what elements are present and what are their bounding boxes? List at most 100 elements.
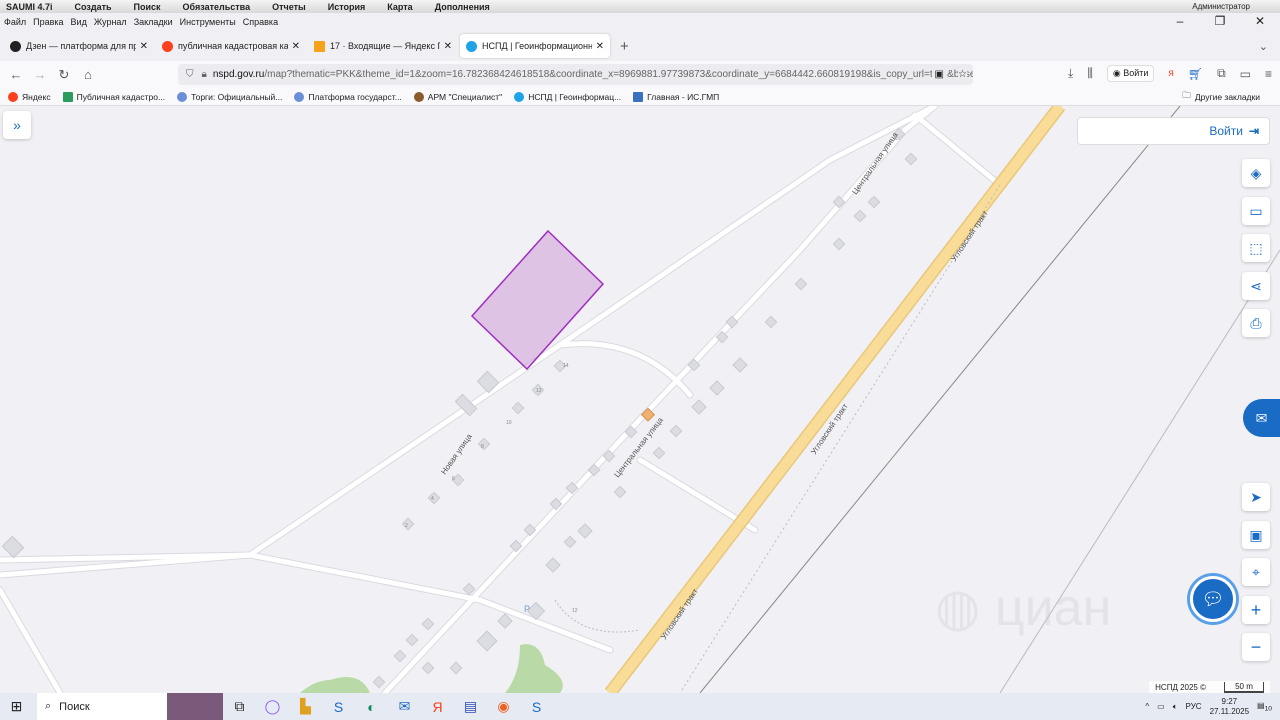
forward-button[interactable]: → bbox=[28, 67, 52, 82]
explorer-icon[interactable]: ▙ bbox=[289, 698, 322, 715]
app-menu-item[interactable]: Обязательства bbox=[183, 2, 251, 12]
extensions-icon[interactable]: ⧉ bbox=[1217, 66, 1226, 81]
language-indicator[interactable]: РУС bbox=[1186, 702, 1202, 711]
share-button[interactable]: ⋖ bbox=[1242, 272, 1270, 300]
app-menu-item[interactable]: История bbox=[328, 2, 366, 12]
tab-nspd[interactable]: НСПД | Геоинформационный ✕ bbox=[460, 34, 610, 58]
menu-file[interactable]: Файл bbox=[4, 17, 26, 27]
start-button[interactable]: ⊞ bbox=[0, 698, 33, 715]
app-menu-item[interactable]: Отчеты bbox=[272, 2, 306, 12]
volume-icon[interactable]: 🔈︎ bbox=[1173, 702, 1178, 712]
parking-label: P bbox=[524, 604, 530, 614]
back-button[interactable]: ← bbox=[4, 67, 28, 82]
menu-help[interactable]: Справка bbox=[243, 17, 278, 27]
other-bookmarks[interactable]: 🗀 Другие закладки bbox=[1182, 90, 1260, 104]
layers-button[interactable]: ◈ bbox=[1242, 159, 1270, 187]
chat-side-button[interactable]: ✉ bbox=[1243, 399, 1280, 437]
new-tab-button[interactable]: + bbox=[620, 38, 629, 55]
menu-tools[interactable]: Инструменты bbox=[180, 17, 236, 27]
library-icon[interactable]: ⫼ bbox=[1087, 66, 1093, 81]
bookmark-yandex[interactable]: Яндекс bbox=[8, 91, 51, 102]
close-tab-icon[interactable]: ✕ bbox=[444, 41, 452, 52]
app-menu-item[interactable]: SAUMI 4.7i bbox=[6, 2, 53, 12]
app-menu-item[interactable]: Создать bbox=[75, 2, 112, 12]
navigation-bar: ← → ↻ ⌂ ⛉ 🔒︎ nspd.gov.ru/map?thematic=PK… bbox=[0, 61, 1280, 88]
emblem-icon bbox=[294, 91, 305, 102]
task-view-icon[interactable]: ⧉ bbox=[223, 698, 256, 715]
tab-kadastr[interactable]: публичная кадастровая карта ✕ bbox=[156, 34, 306, 58]
emblem-icon bbox=[177, 91, 188, 102]
app-menu-item[interactable]: Карта bbox=[387, 2, 412, 12]
menu-edit[interactable]: Правка bbox=[33, 17, 63, 27]
lock-icon: 🔒︎ bbox=[201, 69, 207, 80]
menu-bookmarks[interactable]: Закладки bbox=[134, 17, 173, 27]
selected-parcel[interactable] bbox=[470, 229, 605, 371]
taskbar-search[interactable]: ⌕ Поиск bbox=[37, 693, 167, 720]
mail-icon[interactable]: ✉ bbox=[388, 698, 421, 715]
bookmark-kadastr[interactable]: Публичная кадастро... bbox=[62, 91, 165, 102]
ruler-button[interactable]: ▭ bbox=[1242, 197, 1270, 225]
minimize-button[interactable]: – bbox=[1160, 14, 1200, 28]
close-tab-icon[interactable]: ✕ bbox=[596, 41, 604, 52]
download-icon[interactable]: ⤓ bbox=[1068, 66, 1073, 81]
home-button[interactable]: ⌂ bbox=[76, 67, 100, 82]
zoom-out-button[interactable]: − bbox=[1242, 633, 1270, 661]
map-login-button[interactable]: Войти ⇥ bbox=[1077, 117, 1270, 145]
edge-icon[interactable]: ◐ bbox=[355, 699, 388, 715]
search-highlight-image[interactable] bbox=[167, 693, 223, 720]
yandex-icon bbox=[8, 91, 18, 102]
select-area-button[interactable]: ⬚ bbox=[1242, 234, 1270, 262]
menu-view[interactable]: Вид bbox=[71, 17, 87, 27]
tray-chevron-icon[interactable]: ^ bbox=[1145, 702, 1149, 711]
firefox-icon[interactable]: ◉ bbox=[487, 698, 520, 715]
tab-list-chevron-icon[interactable]: ⌄ bbox=[1259, 40, 1268, 53]
menu-history[interactable]: Журнал bbox=[94, 17, 127, 27]
save-icon[interactable]: ▤ bbox=[454, 698, 487, 715]
saumi-icon[interactable]: S bbox=[322, 699, 355, 715]
locate-button[interactable]: ➤ bbox=[1242, 483, 1270, 511]
minimap-button[interactable]: ▣ bbox=[1242, 521, 1270, 549]
tab-dzen[interactable]: Дзен — платформа для просм ✕ bbox=[4, 34, 154, 58]
account-login-button[interactable]: ◉ Войти bbox=[1106, 65, 1155, 82]
map-canvas[interactable]: Новая улица Центральная улица Центральна… bbox=[0, 106, 1280, 693]
url-bar[interactable]: ⛉ 🔒︎ nspd.gov.ru/map?thematic=PKK&theme_… bbox=[178, 64, 973, 85]
login-label: Войти bbox=[1209, 124, 1243, 138]
folder-icon: 🗀 bbox=[1182, 89, 1191, 100]
reload-button[interactable]: ↻ bbox=[52, 67, 76, 83]
alice-icon[interactable]: ◯ bbox=[256, 698, 289, 715]
yandex-browser-icon[interactable]: Я bbox=[421, 699, 454, 715]
close-button[interactable]: ✕ bbox=[1240, 14, 1280, 28]
clock[interactable]: 9:27 27.11.2025 bbox=[1210, 697, 1249, 717]
app-menu-item[interactable]: Поиск bbox=[134, 2, 161, 12]
zoom-in-button[interactable]: + bbox=[1242, 596, 1270, 624]
bookmark-nspd[interactable]: НСПД | Геоинформац... bbox=[514, 91, 621, 102]
bookmark-gmp[interactable]: Главная - ИС.ГМП bbox=[633, 91, 719, 102]
chat-button[interactable]: 💬︎ bbox=[1190, 576, 1236, 622]
star-icon[interactable]: ☆ bbox=[958, 69, 967, 80]
bookmark-platform[interactable]: Платформа государст... bbox=[294, 91, 402, 102]
app-menu-item[interactable]: Дополнения bbox=[435, 2, 490, 12]
chat-icon: ✉ bbox=[1255, 409, 1268, 426]
bookmark-torgi[interactable]: Торги: Официальный... bbox=[177, 91, 282, 102]
notifications-icon[interactable]: ▤10 bbox=[1257, 701, 1272, 713]
sidebar-icon[interactable]: ▭ bbox=[1240, 67, 1251, 81]
cart-icon[interactable]: 🛒︎ bbox=[1188, 67, 1203, 81]
network-icon[interactable]: ▭ bbox=[1157, 702, 1165, 711]
close-tab-icon[interactable]: ✕ bbox=[140, 41, 148, 52]
saumi-active-icon[interactable]: S bbox=[520, 699, 553, 715]
system-tray: ^ ▭ 🔈︎ РУС 9:27 27.11.2025 ▤10 bbox=[1145, 697, 1272, 717]
restore-button[interactable]: ❐ bbox=[1200, 14, 1240, 28]
plus-icon: + bbox=[1250, 599, 1262, 620]
close-tab-icon[interactable]: ✕ bbox=[292, 41, 300, 52]
bookmark-arm[interactable]: АРМ "Специалист" bbox=[413, 91, 502, 102]
search-location-button[interactable]: ⌖ bbox=[1242, 558, 1270, 586]
print-button[interactable]: ⎙ bbox=[1242, 309, 1270, 337]
expand-panel-button[interactable]: » bbox=[3, 111, 31, 139]
yandex-extension-icon[interactable]: я bbox=[1168, 68, 1173, 79]
tab-mail[interactable]: 17 · Входящие — Яндекс Почта ✕ bbox=[308, 34, 458, 58]
reader-icon[interactable]: ▣ bbox=[931, 69, 947, 80]
menu-icon[interactable]: ≡ bbox=[1265, 67, 1272, 81]
tab-label: НСПД | Геоинформационный bbox=[482, 41, 592, 51]
house-number: 14 bbox=[563, 363, 569, 369]
window-controls: – ❐ ✕ bbox=[1160, 14, 1280, 28]
